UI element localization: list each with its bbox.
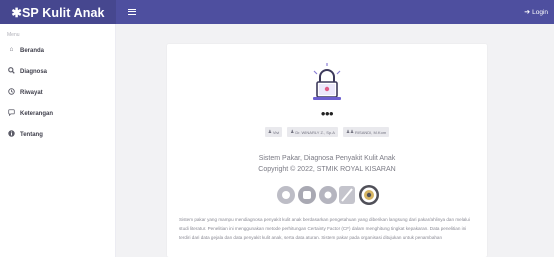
sidebar-item-tentang[interactable]: Tentang [0,124,116,145]
developer-name: RISANDI, M.Kom [355,129,387,135]
about-card: ••• ♟ Vivi ♟ Dr. WINARLY Z., Sp.A ♟♟ RISAND… [167,44,487,257]
sidebar-nav: ⌂ Beranda Diagnosa Riwayat Keterangan Te… [0,40,116,145]
sidebar-toggle-button[interactable] [124,4,140,20]
partner-logo-4 [339,186,355,204]
sidebar-heading: Menu [7,32,20,38]
home-icon: ⌂ [9,46,14,54]
user-icon: ♟ [267,129,272,134]
security-illustration [307,62,347,104]
sidebar-item-diagnosa[interactable]: Diagnosa [0,61,116,82]
developer-badge: ♟ Vivi [264,127,283,137]
partner-logo-3 [319,186,337,204]
app-title: Sistem Pakar, Diagnosa Penyakit Kulit An… [258,155,396,162]
stmik-royal-logo [359,185,379,205]
description-text: Sistem pakar yang mampu mendiagnosa peny… [179,217,470,240]
institution-logos [275,183,379,207]
login-label: Login [532,8,548,16]
search-icon [8,66,15,77]
users-icon: ♟♟ [345,129,355,134]
developer-name: Vivi [272,129,280,135]
partner-logo-1 [277,186,295,204]
sign-in-icon: ➔ [524,8,531,16]
sidebar-item-label: Riwayat [20,89,43,96]
sidebar-item-beranda[interactable]: ⌂ Beranda [0,40,116,61]
sidebar-item-keterangan[interactable]: Keterangan [0,103,116,124]
hamburger-icon [128,9,136,15]
brand-logo[interactable]: ✱SP Kulit Anak [0,0,116,24]
history-icon [8,87,15,98]
partner-logo-2 [298,186,316,204]
developer-badge: ♟ Dr. WINARLY Z., Sp.A [287,127,338,137]
comment-icon [8,109,15,119]
sidebar-item-label: Keterangan [20,110,54,117]
brand-title: ✱SP Kulit Anak [11,5,105,20]
login-link[interactable]: ➔ Login [524,6,548,18]
developer-badges: ♟ Vivi ♟ Dr. WINARLY Z., Sp.A ♟♟ RISANDI, M… [167,127,487,137]
developer-badge: ♟♟ RISANDI, M.Kom [342,127,390,137]
info-icon [8,130,15,140]
sidebar-item-riwayat[interactable]: Riwayat [0,82,116,103]
top-navbar: ✱SP Kulit Anak ➔ Login [0,0,554,24]
user-icon: ♟ [290,129,295,134]
copyright-text: Copyright © 2022, STMIK ROYAL KISARAN [258,166,396,173]
developer-name: Dr. WINARLY Z., Sp.A [295,129,335,135]
ellipsis: ••• [320,106,334,121]
sidebar-item-label: Tentang [20,131,43,138]
sidebar-item-label: Beranda [20,47,45,54]
sidebar: Menu ⌂ Beranda Diagnosa Riwayat Keterang… [0,24,116,257]
sidebar-item-label: Diagnosa [20,68,48,75]
